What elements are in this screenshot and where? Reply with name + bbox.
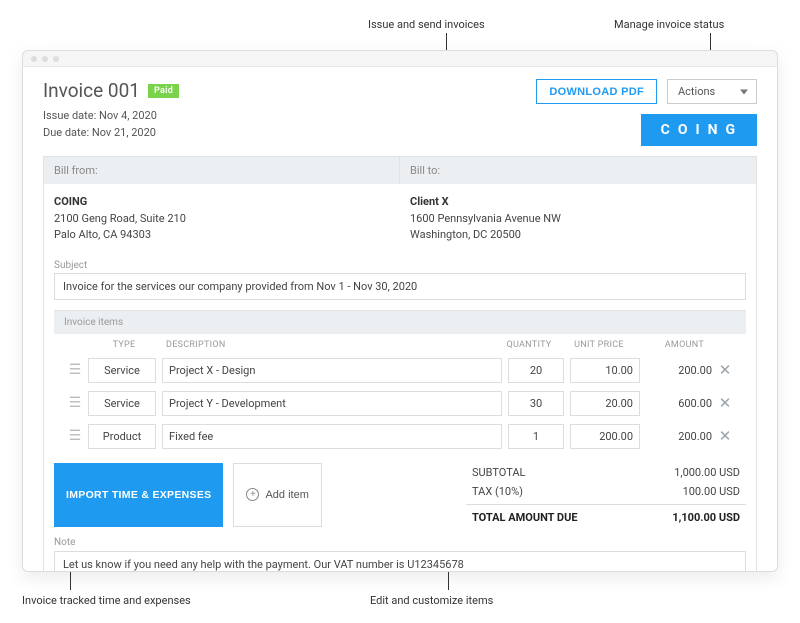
item-amount: 200.00 xyxy=(646,430,712,443)
bill-panel: Bill from: Bill to: COING 2100 Geng Road… xyxy=(43,156,757,572)
item-description-input[interactable] xyxy=(162,391,502,416)
traffic-light xyxy=(42,56,48,62)
brand-logo: COING xyxy=(641,114,757,146)
delete-item-icon[interactable]: ✕ xyxy=(712,394,738,412)
traffic-light xyxy=(31,56,37,62)
item-description-input[interactable] xyxy=(162,424,502,449)
bill-from-name: COING xyxy=(54,195,87,208)
bill-from-line1: 2100 Geng Road, Suite 210 xyxy=(54,212,186,225)
subtotal-label: SUBTOTAL xyxy=(472,466,525,479)
download-pdf-button[interactable]: DOWNLOAD PDF xyxy=(536,79,657,104)
item-quantity-input[interactable] xyxy=(508,358,564,383)
due-date: Due date: Nov 21, 2020 xyxy=(43,125,179,142)
total-due-value: 1,100.00 USD xyxy=(672,511,740,524)
actions-dropdown[interactable]: Actions xyxy=(667,79,757,104)
plus-circle-icon: + xyxy=(246,488,259,501)
item-price-input[interactable] xyxy=(570,358,640,383)
invoice-item-row: ☰ 200.00✕ xyxy=(54,420,746,453)
bill-from-line2: Palo Alto, CA 94303 xyxy=(54,228,151,241)
item-description-input[interactable] xyxy=(162,358,502,383)
issue-date: Issue date: Nov 4, 2020 xyxy=(43,108,179,125)
tax-value: 100.00 USD xyxy=(683,485,740,498)
note-label: Note xyxy=(54,537,756,548)
subtotal-value: 1,000.00 USD xyxy=(674,466,740,479)
bill-to-line2: Washington, DC 20500 xyxy=(410,228,521,241)
tax-label: TAX (10%) xyxy=(472,485,523,498)
drag-handle-icon[interactable]: ☰ xyxy=(62,428,88,444)
bill-from-label: Bill from: xyxy=(44,157,400,184)
subject-input[interactable] xyxy=(54,273,746,300)
col-description: DESCRIPTION xyxy=(160,340,498,350)
annotation-invoice-tracked: Invoice tracked time and expenses xyxy=(22,594,191,607)
add-item-button[interactable]: + Add item xyxy=(233,463,321,527)
status-badge: Paid xyxy=(148,84,179,98)
bill-to-label: Bill to: xyxy=(400,157,756,184)
note-input[interactable] xyxy=(54,551,746,573)
item-amount: 600.00 xyxy=(646,397,712,410)
invoice-items-header: Invoice items xyxy=(54,311,746,334)
annotation-issue-send: Issue and send invoices xyxy=(368,18,485,31)
subject-label: Subject xyxy=(44,256,756,273)
invoice-item-row: ☰ 600.00✕ xyxy=(54,387,746,420)
drag-handle-icon[interactable]: ☰ xyxy=(62,395,88,411)
traffic-light xyxy=(53,56,59,62)
item-type-input[interactable] xyxy=(88,424,156,449)
total-due-label: TOTAL AMOUNT DUE xyxy=(472,511,578,524)
drag-handle-icon[interactable]: ☰ xyxy=(62,362,88,378)
item-type-input[interactable] xyxy=(88,391,156,416)
bill-to-line1: 1600 Pennsylvania Avenue NW xyxy=(410,212,561,225)
item-amount: 200.00 xyxy=(646,364,712,377)
delete-item-icon[interactable]: ✕ xyxy=(712,361,738,379)
invoice-title: Invoice 001 xyxy=(43,79,140,102)
col-amount: AMOUNT xyxy=(638,340,708,350)
annotation-edit-items: Edit and customize items xyxy=(370,594,493,607)
col-quantity: QUANTITY xyxy=(498,340,560,350)
invoice-item-row: ☰ 200.00✕ xyxy=(54,354,746,387)
annotation-manage-status: Manage invoice status xyxy=(614,18,724,31)
item-type-input[interactable] xyxy=(88,358,156,383)
delete-item-icon[interactable]: ✕ xyxy=(712,427,738,445)
col-type: TYPE xyxy=(88,340,160,350)
import-time-expenses-button[interactable]: IMPORT TIME & EXPENSES xyxy=(54,463,223,527)
window-titlebar xyxy=(23,51,777,67)
bill-to-name: Client X xyxy=(410,195,449,208)
add-item-label: Add item xyxy=(265,489,308,501)
item-price-input[interactable] xyxy=(570,391,640,416)
col-unit-price: UNIT PRICE xyxy=(560,340,638,350)
item-price-input[interactable] xyxy=(570,424,640,449)
item-quantity-input[interactable] xyxy=(508,391,564,416)
app-window: Invoice 001 Paid Issue date: Nov 4, 2020… xyxy=(22,50,778,572)
item-quantity-input[interactable] xyxy=(508,424,564,449)
